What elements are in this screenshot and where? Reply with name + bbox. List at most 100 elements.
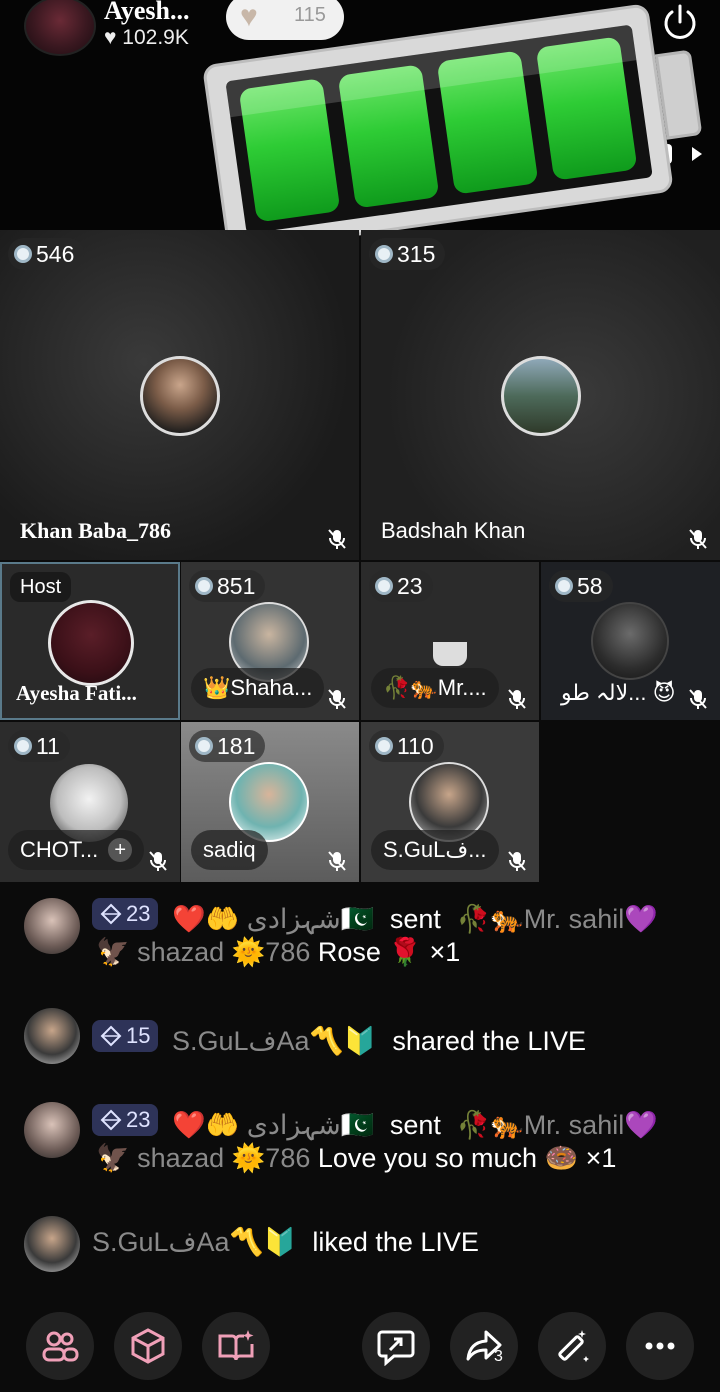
chat-action: sent	[389, 904, 441, 934]
guest-name: Khan Baba_786	[20, 518, 171, 543]
avatar	[501, 356, 581, 436]
guest-name: Badshah Khan	[381, 518, 526, 543]
avatar	[140, 356, 220, 436]
cup-icon	[433, 642, 467, 666]
chat-line: 🦅 shazad 🌞786 Love you so much 🍩 ×1	[96, 1142, 616, 1174]
chat-avatar[interactable]	[24, 1008, 80, 1064]
chat-action: sent	[389, 1110, 441, 1140]
chat-message[interactable]: 23 ❤️🤲 شہزادی🇵🇰 sent 🥀🐅Mr. sahil💜 🦅 shaz…	[24, 1102, 704, 1192]
host-like-total: ♥ 102.9K	[104, 26, 189, 49]
chat-username[interactable]: ❤️🤲 شہزادی🇵🇰	[172, 1110, 374, 1140]
mic-off-icon	[508, 689, 526, 709]
diamond-icon	[100, 1109, 122, 1131]
level-number: 15	[126, 1023, 151, 1048]
level-number: 23	[126, 901, 151, 926]
avatar	[591, 602, 669, 680]
avatar	[48, 600, 134, 686]
chat-message[interactable]: 23 ❤️🤲 شہزادی🇵🇰 sent 🥀🐅Mr. sahil💜 🦅 shaz…	[24, 896, 704, 986]
coin-count: 546	[36, 240, 75, 267]
guest-name: CHOT... +	[8, 830, 145, 870]
chat-message[interactable]: S.GuLفAa〽️🔰 liked the LIVE	[24, 1216, 704, 1276]
magic-wand-icon	[558, 1330, 589, 1362]
effects-button[interactable]	[202, 1312, 270, 1380]
comment-button[interactable]	[362, 1312, 430, 1380]
coin-icon	[195, 577, 213, 595]
book-sparkle-icon	[218, 1330, 254, 1361]
guest-tile[interactable]: 110 S.GuLف...	[361, 722, 539, 882]
coin-badge: 110	[369, 730, 444, 762]
guest-name: 🥀🐅Mr....	[371, 668, 499, 708]
coin-icon	[14, 737, 32, 755]
people-icon	[42, 1331, 79, 1362]
coin-badge: 23	[369, 570, 433, 602]
guest-tile[interactable]: 851 👑Shaha...	[181, 562, 359, 720]
chat-avatar[interactable]	[24, 1216, 80, 1272]
mic-off-icon	[328, 529, 346, 549]
level-badge: 15	[92, 1020, 159, 1052]
chat-target-suffix: 🦅 shazad 🌞786	[96, 1143, 311, 1173]
coin-count: 23	[397, 572, 423, 599]
coin-icon	[195, 737, 213, 755]
chat-target[interactable]: 🥀🐅Mr. sahil💜	[456, 904, 657, 934]
coin-count: 315	[397, 240, 436, 267]
more-button[interactable]	[626, 1312, 694, 1380]
guest-tile[interactable]: 11 CHOT... +	[0, 722, 180, 882]
host-tile[interactable]: Host Ayesha Fati...	[0, 562, 180, 720]
host-name[interactable]: Ayesh...	[104, 0, 189, 26]
chat-line: 23 ❤️🤲 شہزادی🇵🇰 sent 🥀🐅Mr. sahil💜	[92, 1104, 658, 1141]
guest-tile[interactable]: 23 🥀🐅Mr....	[361, 562, 539, 720]
diamond-icon	[100, 903, 122, 925]
coin-count: 851	[217, 572, 256, 599]
mic-off-icon	[689, 689, 707, 709]
gift-text: Love you so much 🍩 ×1	[317, 1143, 617, 1173]
gift-text: Rose 🌹 ×1	[317, 937, 461, 967]
guest-name-text: CHOT...	[20, 837, 99, 862]
chat-target[interactable]: 🥀🐅Mr. sahil💜	[456, 1110, 657, 1140]
chat-username[interactable]: S.GuLفAa〽️🔰	[92, 1227, 297, 1257]
more-icon	[645, 1342, 675, 1350]
chat-action: liked the LIVE	[312, 1227, 479, 1257]
guest-name: لالہ طو... 😈	[561, 680, 676, 705]
guest-name: sadiq	[191, 830, 268, 870]
chat-avatar[interactable]	[24, 1102, 80, 1158]
chat-username[interactable]: S.GuLفAa〽️🔰	[172, 1026, 377, 1056]
coin-badge: 11	[8, 730, 70, 762]
share-button[interactable]: 3	[450, 1312, 518, 1380]
coin-badge: 851	[189, 570, 266, 602]
cube-icon	[131, 1328, 165, 1364]
add-guest-button[interactable]: +	[108, 838, 133, 862]
diamond-icon	[100, 1025, 122, 1047]
coin-icon	[375, 737, 393, 755]
guest-tile[interactable]: 315 Badshah Khan	[361, 230, 720, 560]
guests-button[interactable]	[26, 1312, 94, 1380]
chat-action: shared the LIVE	[392, 1026, 586, 1056]
level-badge: 23	[92, 1104, 159, 1136]
coin-count: 58	[577, 572, 603, 599]
mic-off-icon	[328, 851, 346, 871]
share-count: 3	[494, 1348, 503, 1365]
coin-icon	[375, 577, 393, 595]
chat-avatar[interactable]	[24, 898, 80, 954]
guest-name: Ayesha Fati...	[16, 681, 137, 705]
guest-name: 👑Shaha...	[191, 668, 325, 708]
host-avatar[interactable]	[24, 0, 96, 56]
chat-message[interactable]: 15 S.GuLفAa〽️🔰 shared the LIVE	[24, 1008, 704, 1068]
live-header: Ayesh... ♥ 102.9K ♥ 115	[0, 0, 720, 254]
battery-body	[201, 3, 674, 254]
coin-badge: 58	[549, 570, 613, 602]
chat-target-suffix: 🦅 shazad 🌞786	[96, 937, 311, 967]
magic-button[interactable]	[538, 1312, 606, 1380]
guest-tile[interactable]: 58 لالہ طو... 😈	[541, 562, 720, 720]
host-label: Host	[10, 572, 72, 602]
coin-icon	[375, 245, 393, 263]
guest-tile[interactable]: 546 Khan Baba_786	[0, 230, 359, 560]
coin-badge: 181	[189, 730, 266, 762]
gift-box-button[interactable]	[114, 1312, 182, 1380]
chat-username[interactable]: ❤️🤲 شہزادی🇵🇰	[172, 904, 374, 934]
coin-icon	[14, 245, 32, 263]
guest-name: S.GuLف...	[371, 830, 499, 870]
chat-line: 🦅 shazad 🌞786 Rose 🌹 ×1	[96, 936, 460, 968]
guest-tile[interactable]: 181 sadiq	[181, 722, 359, 882]
mic-off-icon	[328, 689, 346, 709]
coin-icon	[555, 577, 573, 595]
